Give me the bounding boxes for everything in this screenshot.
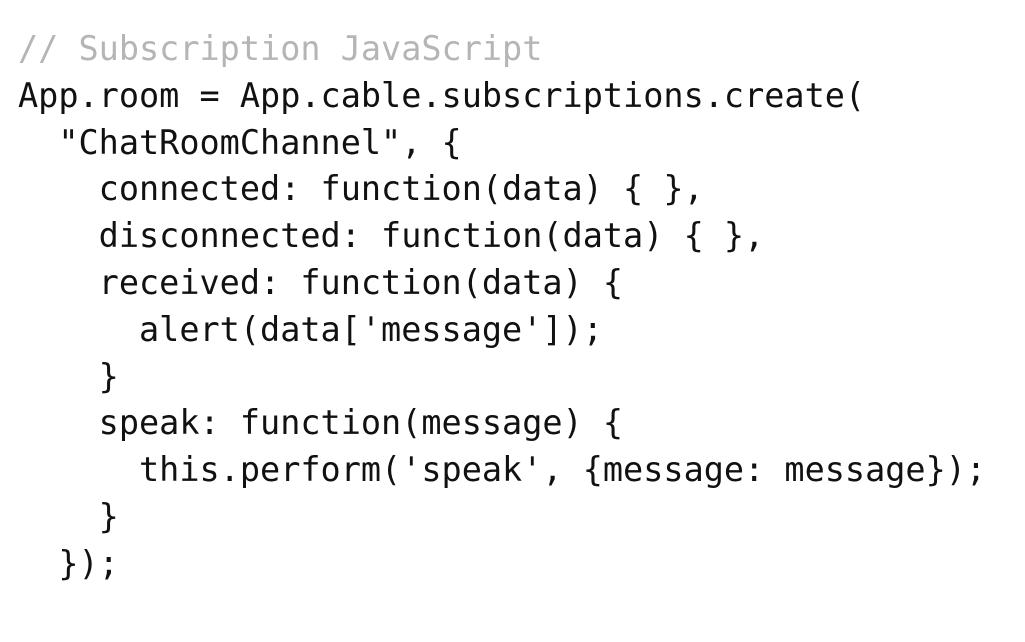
code-line: }); <box>18 543 119 583</box>
code-line: connected: function(data) { }, <box>18 169 704 209</box>
code-line: alert(data['message']); <box>18 309 603 349</box>
code-line: } <box>18 356 119 396</box>
code-line: "ChatRoomChannel", { <box>18 122 462 162</box>
code-line: this.perform('speak', {message: message}… <box>18 450 987 490</box>
code-block: // Subscription JavaScript App.room = App… <box>18 26 986 588</box>
code-comment-line: // Subscription JavaScript <box>18 29 543 68</box>
code-line: disconnected: function(data) { }, <box>18 216 765 256</box>
code-line: App.room = App.cable.subscriptions.creat… <box>18 75 866 115</box>
code-line: speak: function(message) { <box>18 403 624 443</box>
code-line: } <box>18 496 119 536</box>
code-line: received: function(data) { <box>18 262 624 302</box>
